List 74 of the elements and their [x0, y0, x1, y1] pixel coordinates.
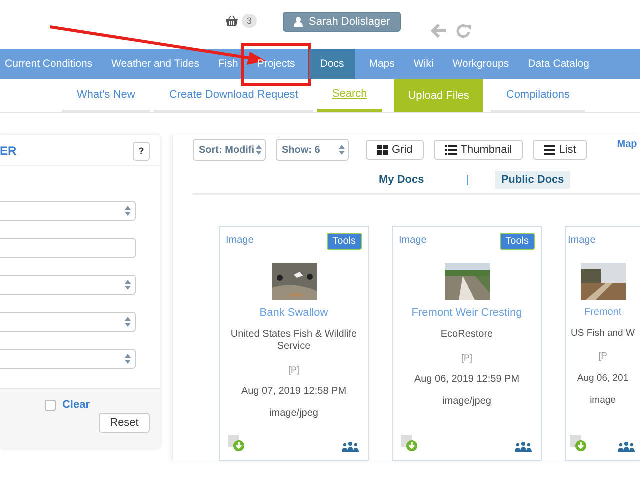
nav-tab[interactable]: Weather and Tides — [106, 49, 204, 79]
input-field[interactable] — [0, 238, 136, 258]
grid-icon — [377, 145, 388, 155]
menu-icon — [544, 145, 556, 155]
sort-arrows-icon — [125, 354, 131, 364]
view-button[interactable]: Thumbnail — [434, 140, 524, 160]
document-mime-type: image — [590, 395, 616, 407]
dropdown-field[interactable] — [0, 349, 136, 369]
view-button[interactable]: Grid — [366, 140, 424, 160]
sort-arrows-icon — [125, 206, 131, 216]
nav-tab[interactable]: Data Catalog — [523, 49, 594, 79]
sort-arrows-icon — [125, 280, 131, 290]
document-title[interactable]: Fremont — [584, 307, 622, 318]
reset-button[interactable]: Reset — [99, 413, 150, 433]
document-date: Aug 06, 201 — [577, 373, 629, 385]
document-title[interactable]: Bank Swallow — [260, 307, 328, 319]
basket-icon[interactable] — [225, 15, 239, 27]
nav-tab[interactable]: Docs — [309, 49, 356, 79]
access-label: [P] — [461, 352, 472, 364]
document-mime-type: image/jpeg — [270, 408, 318, 420]
sort-arrows-icon — [125, 317, 131, 327]
access-label: [P] — [288, 364, 300, 376]
nav-tab[interactable]: Maps — [364, 49, 400, 79]
subnav-link[interactable]: Create Download Request — [154, 79, 314, 112]
sort-dropdown[interactable]: Sort: Modifi — [193, 139, 266, 161]
tools-button[interactable]: Tools — [500, 233, 535, 250]
refresh-icon[interactable] — [456, 24, 472, 39]
nav-tab[interactable]: Projects — [252, 49, 300, 79]
sort-arrows-icon — [256, 145, 262, 155]
dropdown-field[interactable] — [0, 312, 136, 332]
clear-checkbox[interactable] — [45, 400, 56, 410]
document-source: EcoRestore — [440, 329, 494, 341]
docs-tab[interactable]: My Docs — [373, 171, 430, 189]
show-dropdown[interactable]: Show: 6 — [276, 139, 349, 161]
nav-tab[interactable]: Wiki — [408, 49, 439, 79]
document-date: Aug 06, 2019 12:59 PM — [414, 374, 520, 386]
type-label: Image — [226, 235, 254, 246]
list-icon — [444, 145, 457, 155]
group-icon[interactable] — [515, 442, 532, 452]
map-link[interactable]: Map — [617, 139, 638, 150]
tab-separator: | — [466, 174, 470, 186]
type-label: Image — [568, 235, 596, 246]
download-icon[interactable] — [570, 435, 587, 452]
document-source: US Fish and W — [571, 328, 635, 340]
type-label: Image — [399, 235, 427, 246]
docs-tab[interactable]: Public Docs — [495, 171, 570, 189]
nav-tab[interactable]: Current Conditions — [0, 49, 98, 79]
subnav-link[interactable]: What's New — [62, 79, 150, 112]
help-button[interactable]: ? — [133, 142, 150, 160]
tools-button[interactable]: Tools — [326, 233, 362, 250]
upload-files-button[interactable]: Upload Files — [394, 79, 484, 112]
dropdown-field[interactable] — [0, 275, 136, 295]
back-arrow-icon[interactable] — [431, 24, 448, 38]
document-mime-type: image/jpeg — [442, 396, 492, 408]
subnav-link[interactable]: Compilations — [491, 79, 585, 112]
nav-tab[interactable]: Workgroups — [448, 49, 514, 79]
view-button[interactable]: List — [533, 140, 588, 160]
document-date: Aug 07, 2019 12:58 PM — [241, 386, 347, 398]
subnav-link[interactable]: Search — [317, 79, 382, 112]
group-icon[interactable] — [342, 442, 359, 452]
access-label: [P — [598, 351, 608, 363]
download-icon[interactable] — [401, 435, 418, 452]
clear-label: Clear — [62, 399, 90, 411]
document-title[interactable]: Fremont Weir Cresting — [412, 307, 522, 319]
user-icon — [294, 17, 304, 27]
document-source: United States Fish & Wildlife Service — [230, 329, 358, 353]
group-icon[interactable] — [618, 442, 635, 452]
cart-count-badge: 3 — [242, 14, 258, 28]
panel-title: ER — [0, 144, 17, 158]
nav-tab[interactable]: Fish — [214, 49, 244, 79]
download-icon[interactable] — [228, 435, 245, 452]
dropdown-field[interactable] — [0, 201, 136, 221]
sort-arrows-icon — [339, 145, 345, 155]
user-button[interactable]: Sarah Dolislager — [283, 12, 402, 32]
